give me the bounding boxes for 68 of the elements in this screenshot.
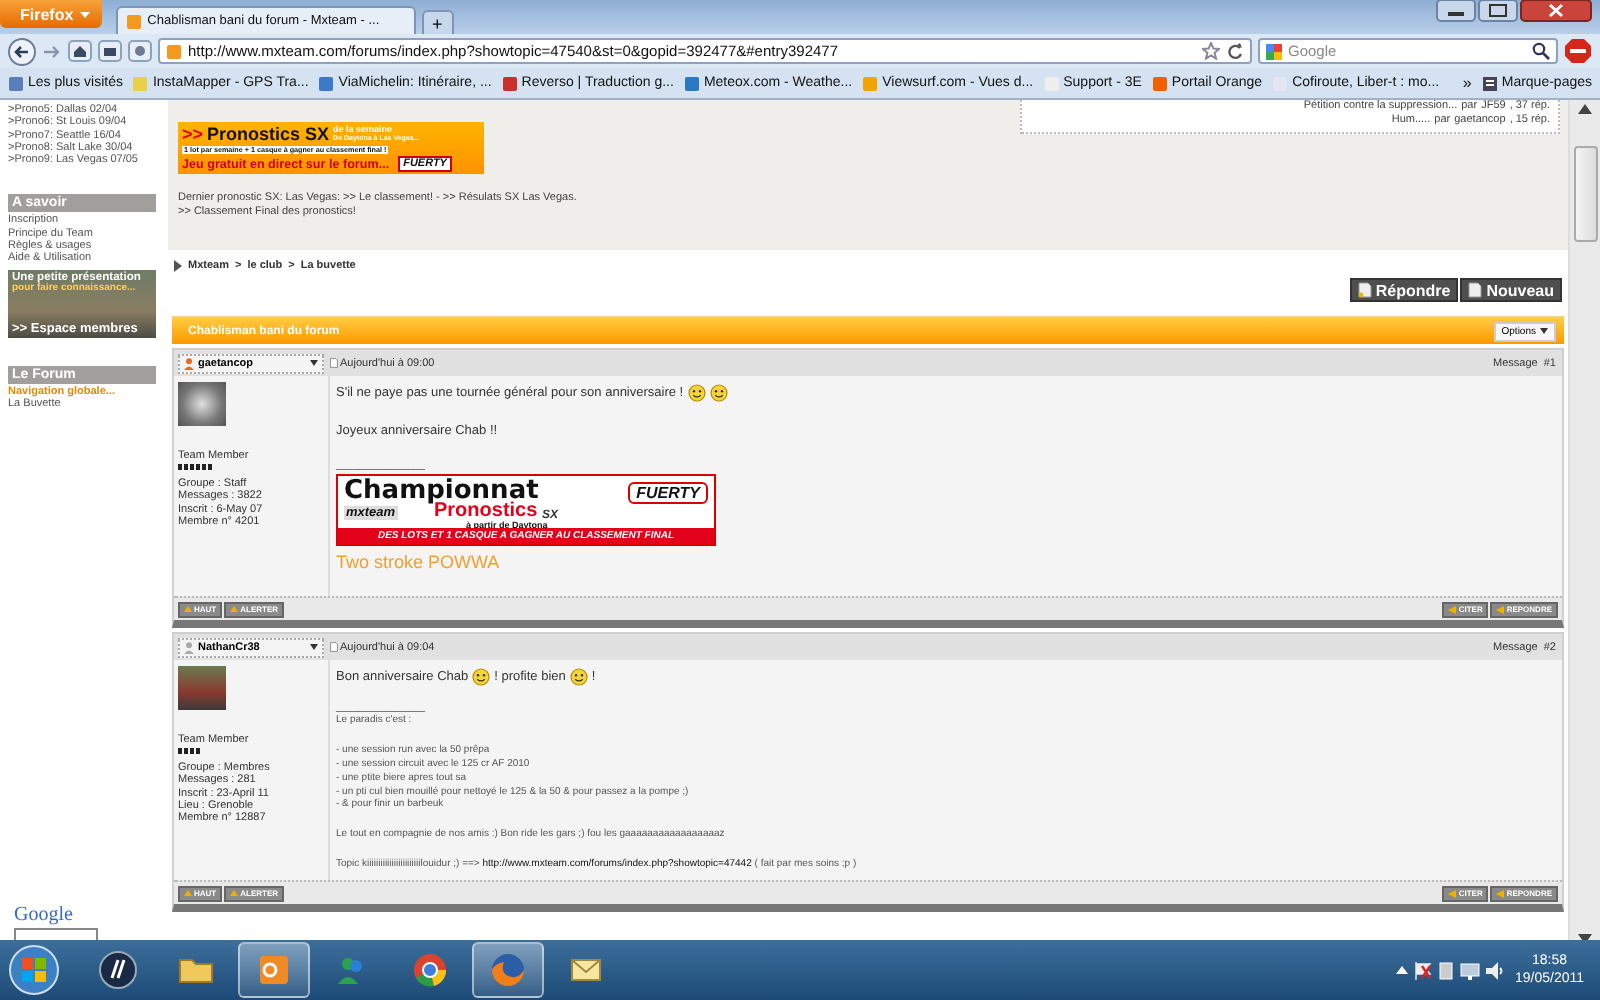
stop-sign-icon[interactable] <box>1564 38 1592 64</box>
arrow-icon <box>1448 889 1457 897</box>
smiley-icon <box>687 384 706 402</box>
page-icon <box>1357 282 1372 298</box>
page-icon <box>1468 282 1483 298</box>
arrow-icon <box>184 605 192 613</box>
page-icon <box>330 642 338 652</box>
start-button-icon[interactable] <box>8 944 60 996</box>
banner-title: Championnat <box>344 476 539 506</box>
banner-text: Pronostics <box>434 500 538 522</box>
reply-button[interactable]: Répondre <box>1349 278 1459 302</box>
avatar-photo <box>178 382 226 426</box>
close-icon[interactable] <box>1520 0 1592 22</box>
scrollbar-thumb[interactable] <box>1573 146 1597 242</box>
favicon-icon <box>318 75 335 91</box>
arrow-icon <box>1496 605 1505 613</box>
smiley-icon <box>569 668 588 686</box>
favicon-icon <box>8 75 24 91</box>
taskbar-button[interactable] <box>238 942 310 998</box>
sponsor-logo: FUERTY <box>628 482 708 504</box>
new-topic-button[interactable]: Nouveau <box>1460 278 1562 302</box>
search-icon[interactable] <box>1532 42 1550 60</box>
favicon-icon <box>1043 75 1060 91</box>
search-field[interactable] <box>14 928 98 940</box>
smiley-icon <box>709 384 728 402</box>
arrow-icon <box>174 260 182 272</box>
favicon-icon <box>862 75 879 91</box>
caret-icon <box>79 11 90 17</box>
arrow-icon <box>1496 889 1505 897</box>
tray-arrow-icon[interactable] <box>1396 966 1409 974</box>
banner-text: >> <box>182 124 204 144</box>
hp-logo-icon <box>94 946 142 994</box>
caret-icon <box>1540 328 1548 334</box>
avatar-photo <box>178 666 226 710</box>
bookmark-list-icon <box>1481 75 1498 91</box>
favicon-icon <box>125 13 142 29</box>
favicon-icon <box>1151 75 1168 91</box>
arrow-icon <box>1448 605 1457 613</box>
new-tab-button[interactable]: + <box>421 10 454 34</box>
caret-icon <box>310 360 318 366</box>
smiley-icon <box>472 668 491 686</box>
arrow-icon <box>230 605 239 613</box>
arrow-icon <box>230 889 239 897</box>
user-icon <box>184 641 194 653</box>
favicon-icon <box>166 43 182 59</box>
signature-text: Two stroke POWWA <box>336 552 500 572</box>
favicon-icon <box>501 75 518 91</box>
network-icon[interactable] <box>1460 961 1481 979</box>
star-icon[interactable] <box>1202 42 1220 60</box>
banner-title: Pronostics SX <box>207 124 330 144</box>
user-icon <box>184 357 194 369</box>
more-bookmarks-button[interactable]: » <box>1462 74 1472 92</box>
google-logo: Google <box>14 904 75 926</box>
maximize-icon[interactable] <box>1478 0 1518 22</box>
page-icon <box>330 358 338 368</box>
flag-icon[interactable] <box>1414 961 1433 979</box>
print-icon[interactable] <box>98 40 122 62</box>
scroll-up-icon[interactable] <box>1578 104 1592 114</box>
home-icon[interactable] <box>68 40 92 62</box>
reload-icon[interactable] <box>1226 42 1244 60</box>
back-icon[interactable] <box>8 37 36 65</box>
arrow-icon <box>184 889 192 897</box>
caret-icon <box>310 644 318 650</box>
device-icon[interactable] <box>1438 961 1455 979</box>
speaker-icon[interactable] <box>1486 961 1505 979</box>
favicon-icon <box>683 75 700 91</box>
minimize-icon[interactable] <box>1436 0 1476 22</box>
google-icon <box>1266 43 1282 59</box>
